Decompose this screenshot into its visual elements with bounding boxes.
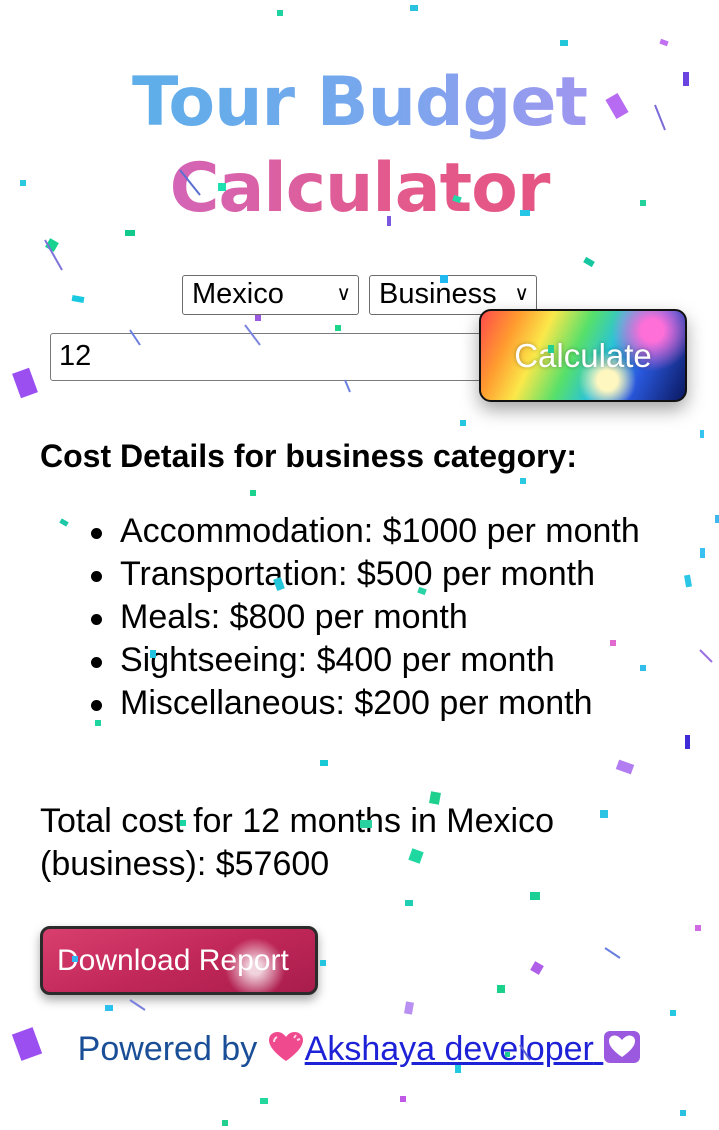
total-cost-text: Total cost for 12 months in Mexico (busi… [40, 802, 555, 883]
confetti-piece [95, 720, 101, 726]
confetti-piece [404, 1001, 414, 1015]
category-select-value: Business [379, 278, 497, 310]
confetti-streamer [129, 999, 146, 1011]
confetti-piece [105, 1005, 113, 1011]
chevron-down-icon: ∨ [336, 283, 351, 305]
confetti-piece [520, 478, 526, 484]
confetti-piece [222, 1120, 228, 1126]
country-select-value: Mexico [192, 278, 284, 310]
confetti-piece [560, 40, 568, 46]
download-report-label: Download Report [57, 944, 289, 977]
confetti-streamer [344, 379, 351, 393]
powered-by-prefix: Powered by [77, 1030, 258, 1068]
confetti-piece [680, 1110, 686, 1116]
months-input[interactable]: 12 [50, 333, 490, 381]
chevron-down-icon: ∨ [514, 283, 529, 305]
confetti-piece [277, 10, 283, 16]
page-title-line-1: Tour Budget [0, 60, 719, 146]
confetti-streamer [44, 239, 63, 271]
confetti-piece [12, 367, 38, 399]
confetti-piece [684, 574, 692, 588]
confetti-piece [255, 315, 261, 321]
confetti-piece [715, 515, 719, 523]
pink-heart-icon [267, 1030, 305, 1064]
confetti-piece [497, 985, 505, 993]
confetti-piece [615, 759, 635, 775]
confetti-piece [250, 490, 256, 496]
confetti-piece [45, 238, 59, 252]
page-title: Tour Budget Calculator [0, 60, 719, 232]
cost-item-sightseeing: Sightseeing: $400 per month [91, 639, 660, 682]
confetti-piece [530, 961, 544, 975]
country-select[interactable]: Mexico ∨ [182, 275, 359, 315]
developer-link-text: Akshaya developer [304, 1030, 594, 1068]
months-input-value: 12 [59, 340, 92, 372]
powered-by-footer: Powered by Akshaya developer [0, 1027, 719, 1071]
confetti-piece [71, 295, 85, 303]
cost-details-heading: Cost Details for business category: [40, 438, 578, 474]
confetti-piece [410, 5, 418, 11]
confetti-piece [695, 925, 701, 931]
confetti-piece [685, 735, 690, 749]
confetti-piece [530, 892, 540, 900]
cost-item-accommodation: Accommodation: $1000 per month [91, 510, 660, 553]
page-title-line-2: Calculator [0, 146, 719, 232]
calculate-button-label: Calculate [514, 337, 652, 374]
confetti-piece [659, 38, 669, 47]
confetti-piece [59, 518, 69, 527]
confetti-piece [583, 256, 595, 268]
confetti-piece [700, 430, 704, 438]
calculate-button[interactable]: Calculate [479, 309, 687, 402]
confetti-piece [700, 548, 705, 558]
developer-link[interactable]: Akshaya developer [267, 1030, 642, 1068]
confetti-piece [320, 960, 326, 966]
confetti-piece [460, 420, 466, 426]
cost-item-miscellaneous: Miscellaneous: $200 per month [91, 682, 660, 725]
confetti-streamer [604, 947, 621, 959]
confetti-piece [260, 1098, 268, 1104]
confetti-piece [320, 760, 328, 766]
download-report-button[interactable]: Download Report [40, 926, 318, 995]
confetti-piece [670, 1010, 676, 1016]
cost-item-meals: Meals: $800 per month [91, 596, 660, 639]
cost-item-transportation: Transportation: $500 per month [91, 553, 660, 596]
confetti-piece [335, 325, 341, 331]
cost-list: Accommodation: $1000 per month Transport… [91, 510, 660, 725]
confetti-piece [405, 900, 413, 906]
white-heart-icon [603, 1030, 641, 1064]
confetti-piece [400, 1096, 406, 1102]
confetti-streamer [699, 649, 713, 663]
